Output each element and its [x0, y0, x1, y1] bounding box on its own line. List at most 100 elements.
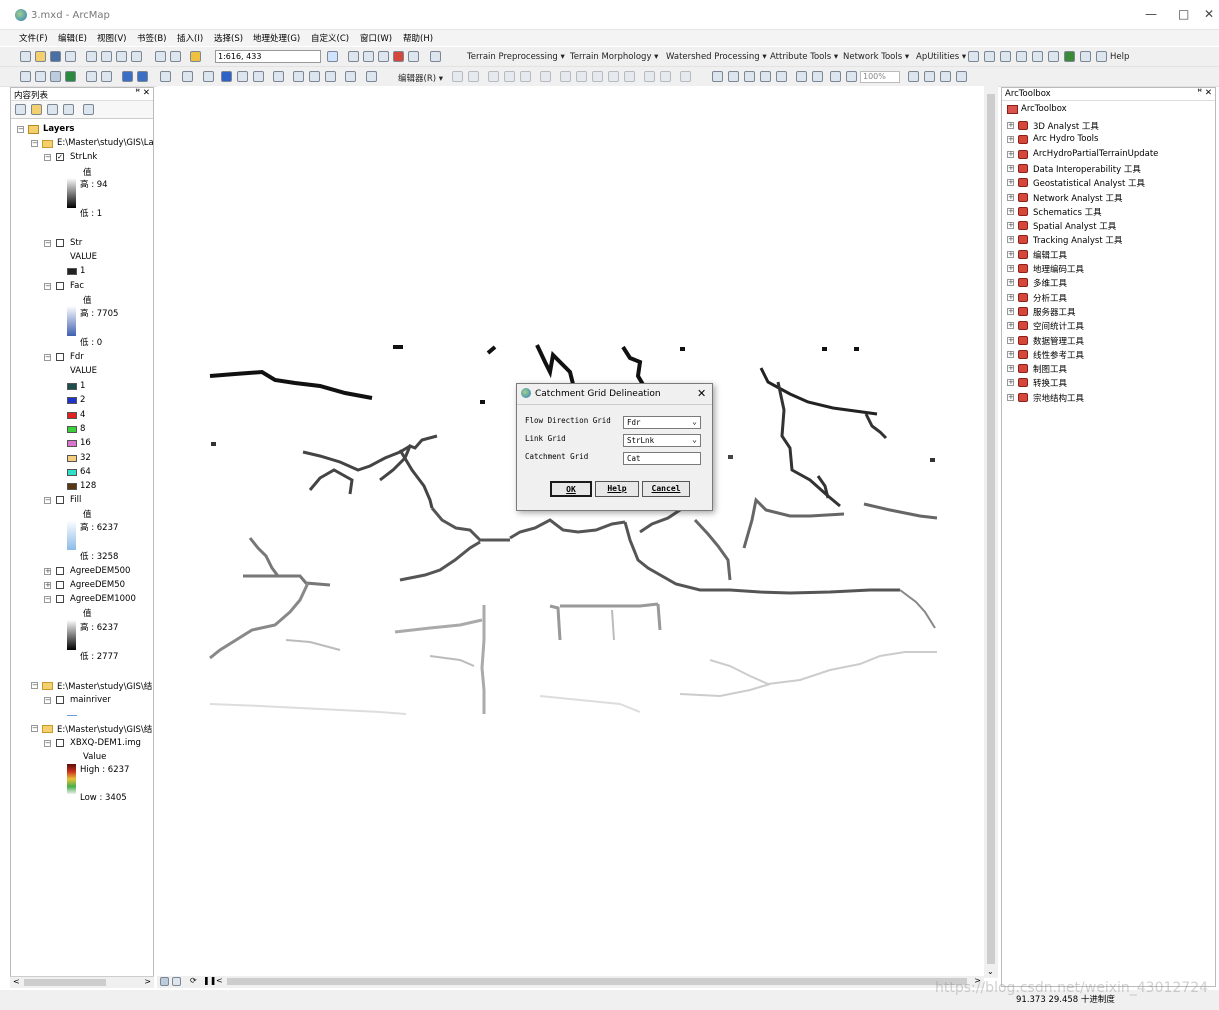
expand-icon[interactable]: + [1007, 350, 1014, 358]
expand-icon[interactable]: − [44, 697, 51, 704]
flow-direction-combo[interactable]: Fdr ⌄ [623, 416, 701, 429]
expand-icon[interactable]: + [1007, 365, 1014, 373]
layer-visibility-checkbox[interactable] [56, 595, 64, 603]
expand-icon[interactable]: + [44, 582, 51, 589]
layout-zoom-in-icon[interactable] [712, 71, 723, 82]
expand-icon[interactable]: + [1007, 265, 1014, 272]
select-elements-icon[interactable] [203, 71, 214, 82]
edit-pen-icon[interactable] [1096, 51, 1107, 62]
pause-icon[interactable]: ❚❚ [203, 976, 216, 985]
goto-xy-icon[interactable] [325, 71, 336, 82]
link-grid-combo[interactable]: StrLnk ⌄ [623, 434, 701, 447]
maximize-icon[interactable]: □ [1178, 7, 1189, 21]
point-delineation-icon[interactable] [984, 51, 995, 62]
layer-visibility-checkbox[interactable] [56, 581, 64, 589]
layer-agreedem50[interactable]: AgreeDEM50 [70, 580, 125, 590]
menu-insert[interactable]: 插入(I) [177, 32, 203, 44]
toolbox-item[interactable]: + Geostatistical Analyst 工具 [1002, 176, 1212, 189]
edit-vertices-icon[interactable] [560, 71, 571, 82]
toolbox-item[interactable]: + 地理编码工具 [1002, 262, 1212, 275]
toolbox-item[interactable]: + Tracking Analyst 工具 [1002, 233, 1212, 246]
select-features-icon[interactable] [160, 71, 171, 82]
full-extent-icon[interactable] [65, 71, 76, 82]
expand-icon[interactable]: + [44, 568, 51, 575]
menu-terrain-morphology[interactable]: Terrain Morphology ▾ [570, 52, 658, 62]
cut-icon[interactable] [86, 51, 97, 62]
expand-icon[interactable]: − [44, 240, 51, 247]
new-icon[interactable] [20, 51, 31, 62]
toolbox-item[interactable]: + 分析工具 [1002, 291, 1212, 304]
identify-icon[interactable] [221, 71, 232, 82]
editor-toolbar-icon[interactable] [327, 51, 338, 62]
change-layout-icon[interactable] [940, 71, 951, 82]
list-by-source-icon[interactable] [31, 104, 42, 115]
list-by-selection-icon[interactable] [63, 104, 74, 115]
expand-icon[interactable]: + [1007, 250, 1014, 258]
expand-icon[interactable]: + [1007, 164, 1014, 172]
rotate-icon[interactable] [624, 71, 635, 82]
arctoolbox-close-icon[interactable]: ꟸ ✕ [1197, 88, 1212, 98]
toolbox-item[interactable]: + 转换工具 [1002, 376, 1212, 389]
menu-edit[interactable]: 编辑(E) [58, 32, 87, 44]
zoom-in-icon[interactable] [20, 71, 31, 82]
expand-icon[interactable]: + [1007, 122, 1014, 129]
catchment-grid-input[interactable]: Cat [623, 452, 701, 465]
menu-attribute-tools[interactable]: Attribute Tools ▾ [770, 52, 838, 62]
layer-dem[interactable]: XBXQ-DEM1.img [70, 738, 141, 748]
expand-icon[interactable]: − [44, 283, 51, 290]
layer-agreedem500[interactable]: AgreeDEM500 [70, 566, 130, 576]
cancel-button[interactable]: Cancel [642, 481, 690, 497]
reshape-icon[interactable] [576, 71, 587, 82]
layer-agreedem1000[interactable]: AgreeDEM1000 [70, 594, 136, 604]
modelbuilder-icon[interactable] [430, 51, 441, 62]
back-extent-icon[interactable] [122, 71, 133, 82]
menu-customize[interactable]: 自定义(C) [311, 32, 349, 44]
forward-extent-icon[interactable] [137, 71, 148, 82]
layer-visibility-checkbox[interactable] [56, 496, 64, 504]
toolbox-item[interactable]: +3D Analyst 工具 [1002, 119, 1212, 132]
menu-file[interactable]: 文件(F) [19, 32, 48, 44]
map-horizontal-scrollbar[interactable]: ⟳ ❚❚ < > [157, 976, 984, 988]
toggle-draft-icon[interactable] [908, 71, 919, 82]
toc-window-icon[interactable] [348, 51, 359, 62]
html-popup-icon[interactable] [253, 71, 264, 82]
flow-trace-icon[interactable] [1016, 51, 1027, 62]
expand-icon[interactable]: + [1007, 336, 1014, 344]
menu-help[interactable]: 帮助(H) [403, 32, 433, 44]
expand-icon[interactable]: + [1007, 322, 1014, 330]
editor-menu[interactable]: 编辑器(R) ▾ [398, 72, 443, 84]
add-data-icon[interactable] [190, 51, 201, 62]
close-icon[interactable]: ✕ [1204, 7, 1214, 21]
layer-str[interactable]: Str [70, 238, 82, 248]
help-button[interactable]: Help [595, 481, 639, 497]
split-icon[interactable] [608, 71, 619, 82]
time-slider-icon[interactable] [345, 71, 356, 82]
layer-fdr[interactable]: Fdr [70, 352, 84, 362]
data-view-icon[interactable] [160, 977, 169, 986]
scroll-left-icon[interactable]: < [13, 977, 20, 986]
menu-terrain-preprocessing[interactable]: Terrain Preprocessing ▾ [467, 52, 565, 62]
catalog-window-icon[interactable] [363, 51, 374, 62]
cut-polygons-icon[interactable] [592, 71, 603, 82]
map-vertical-scrollbar[interactable]: ⌄ [984, 86, 998, 978]
layout-view-icon[interactable] [172, 977, 181, 986]
clear-selection-icon[interactable] [182, 71, 193, 82]
trace-icon[interactable] [520, 71, 531, 82]
expand-icon[interactable]: + [1007, 136, 1014, 144]
layer-fac[interactable]: Fac [70, 281, 84, 291]
toolbox-item[interactable]: + 宗地结构工具 [1002, 391, 1212, 404]
layout-zoom-percent[interactable]: 100% [860, 71, 900, 83]
expand-icon[interactable]: + [1007, 150, 1014, 158]
help-menu-button[interactable]: Help [1110, 52, 1129, 62]
layer-visibility-checkbox[interactable] [56, 696, 64, 704]
toolbox-item[interactable]: + 多维工具 [1002, 276, 1212, 289]
data-driven-pages-icon[interactable] [956, 71, 967, 82]
layer-visibility-checkbox[interactable] [56, 567, 64, 575]
expand-icon[interactable]: − [44, 596, 51, 603]
point-icon[interactable] [540, 71, 551, 82]
expand-icon[interactable]: + [1007, 236, 1014, 244]
pan-icon[interactable] [50, 71, 61, 82]
find-icon[interactable] [293, 71, 304, 82]
attributes-icon[interactable] [644, 71, 655, 82]
layer-fill[interactable]: Fill [70, 495, 81, 505]
